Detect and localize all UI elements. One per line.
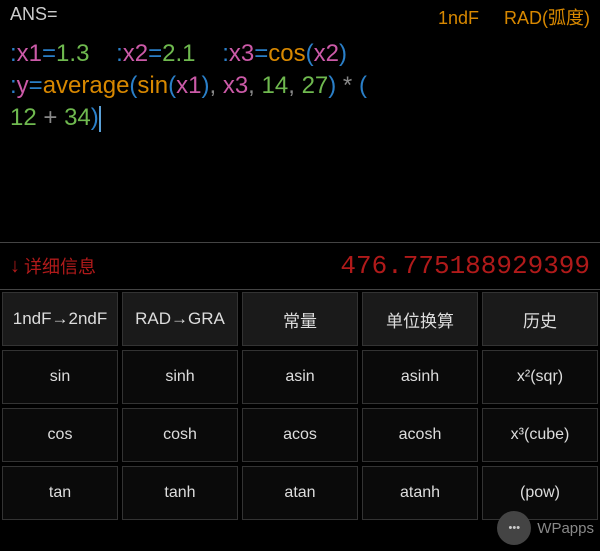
token-colon: : [10,40,17,67]
mode-rad: RAD(弧度) [504,8,590,28]
key--[interactable]: 单位换算 [362,292,478,346]
result-value: 476.775188929399 [340,251,590,281]
token-num: 27 [302,72,329,99]
token-space [89,40,116,67]
token-varname: x3 [223,72,248,99]
detail-label-text: 详细信息 [24,253,96,279]
key-sin[interactable]: sin [2,350,118,404]
key--[interactable]: 常量 [242,292,358,346]
token-colon: : [222,40,229,67]
ans-label: ANS= [10,4,58,30]
token-paren: ( [359,72,367,99]
watermark: ••• WPapps [497,511,594,545]
token-num: 1.3 [56,40,89,67]
token-op: , [209,72,222,99]
token-eq: = [148,40,162,67]
token-varname: x1 [176,72,201,99]
token-colon: : [10,72,17,99]
key-x-cube-[interactable]: x³(cube) [482,408,598,462]
key-cosh[interactable]: cosh [122,408,238,462]
key-x-sqr-[interactable]: x²(sqr) [482,350,598,404]
key-rad-gra[interactable]: RAD→GRA [122,292,238,346]
token-space [196,40,223,67]
token-op: , [248,72,261,99]
token-func: cos [268,40,305,67]
token-func: average [43,72,130,99]
token-colon: : [116,40,123,67]
token-op: * [336,72,359,99]
token-varname: x2 [314,40,339,67]
key-row-top: 1ndF→2ndFRAD→GRA常量单位换算历史 [0,290,600,348]
key-asinh[interactable]: asinh [362,350,478,404]
expression-display[interactable]: :x1=1.3 :x2=2.1 :x3=cos(x2) :y=average(s… [0,34,600,234]
token-eq: = [42,40,56,67]
token-paren: ) [339,40,347,67]
key-cos[interactable]: cos [2,408,118,462]
wechat-icon: ••• [497,511,531,545]
key--[interactable]: 历史 [482,292,598,346]
token-eq: = [29,72,43,99]
result-bar: ↓ 详细信息 476.775188929399 [0,242,600,290]
token-paren: ( [306,40,314,67]
mode-1ndf: 1ndF [438,8,479,28]
key-row-2: coscoshacosacoshx³(cube) [0,406,600,464]
token-num: 2.1 [162,40,195,67]
token-varname: x3 [229,40,254,67]
key-acosh[interactable]: acosh [362,408,478,462]
expr-line-3: 12 + 34) [10,102,590,134]
token-eq: = [254,40,268,67]
token-num: 34 [64,104,91,131]
token-varname: x2 [123,40,148,67]
status-bar: ANS= 1ndF RAD(弧度) [0,0,600,34]
key-tanh[interactable]: tanh [122,466,238,520]
key-atan[interactable]: atan [242,466,358,520]
token-paren: ( [168,72,176,99]
token-varname: x1 [17,40,42,67]
arrow-down-icon: ↓ [10,255,20,278]
token-cursor [99,106,101,132]
token-num: 12 [10,104,37,131]
token-op: + [37,104,64,131]
token-op: , [288,72,301,99]
token-varname: y [17,72,29,99]
key-tan[interactable]: tan [2,466,118,520]
watermark-text: WPapps [537,520,594,537]
key-sinh[interactable]: sinh [122,350,238,404]
token-paren: ) [91,104,99,131]
token-func: sin [137,72,168,99]
key-row-1: sinsinhasinasinhx²(sqr) [0,348,600,406]
expr-line-1: :x1=1.3 :x2=2.1 :x3=cos(x2) [10,38,590,70]
key-atanh[interactable]: atanh [362,466,478,520]
expr-line-2: :y=average(sin(x1), x3, 14, 27) * ( [10,70,590,102]
token-num: 14 [262,72,289,99]
key-acos[interactable]: acos [242,408,358,462]
key-asin[interactable]: asin [242,350,358,404]
mode-labels: 1ndF RAD(弧度) [418,4,590,30]
detail-toggle[interactable]: ↓ 详细信息 [10,253,96,279]
keypad: 1ndF→2ndFRAD→GRA常量单位换算历史 sinsinhasinasin… [0,290,600,522]
key-1ndf-2ndf[interactable]: 1ndF→2ndF [2,292,118,346]
